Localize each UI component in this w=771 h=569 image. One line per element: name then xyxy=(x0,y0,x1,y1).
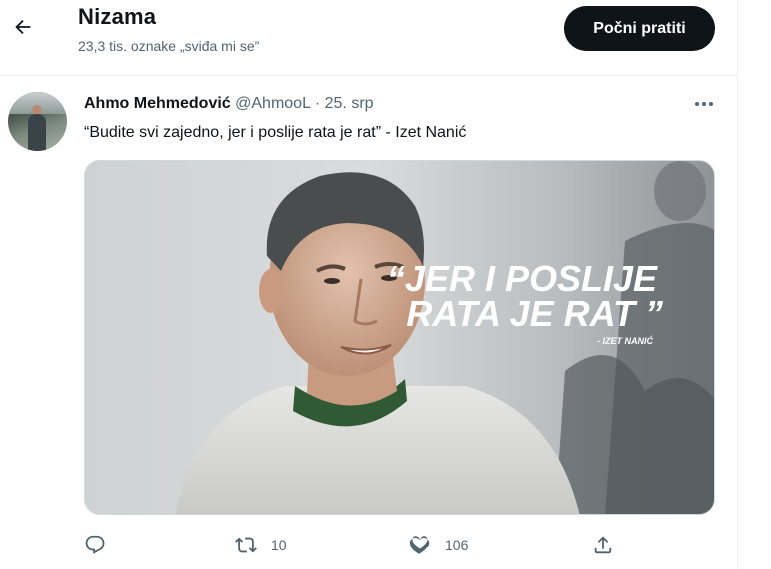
share-icon xyxy=(594,536,612,554)
author-handle[interactable]: @AhmooL xyxy=(235,95,310,112)
separator-dot: · xyxy=(314,95,321,112)
retweet-count: 10 xyxy=(271,537,287,553)
like-count: 106 xyxy=(445,537,469,553)
image-attribution: - IZET NANIĆ xyxy=(597,335,653,346)
tweet-date[interactable]: 25. srp xyxy=(325,95,374,112)
retweet-icon xyxy=(235,537,257,553)
profile-header: Nizama 23,3 tis. oznake „sviđa mi se” Po… xyxy=(0,0,737,76)
image-quote-line-2: RATA JE RAT ” xyxy=(406,293,663,334)
tweet-text: “Budite svi zajedno, jer i poslije rata … xyxy=(84,124,467,141)
back-button[interactable] xyxy=(6,10,40,44)
arrow-left-icon xyxy=(15,19,31,35)
more-horizontal-icon xyxy=(695,102,713,106)
tweet-actions: 10 106 xyxy=(84,530,715,560)
likes-count-subtitle: 23,3 tis. oznake „sviđa mi se” xyxy=(78,38,260,54)
tweet-header: Ahmo Mehmedović @AhmooL · 25. srp xyxy=(84,95,374,113)
retweet-button[interactable]: 10 xyxy=(235,530,287,560)
reply-icon xyxy=(85,535,105,554)
more-button[interactable] xyxy=(690,94,718,114)
follow-button[interactable]: Počni pratiti xyxy=(564,6,715,51)
tweet-image[interactable]: “JER I POSLIJE RATA JE RAT ” - IZET NANI… xyxy=(84,160,715,515)
page-title: Nizama xyxy=(78,4,157,29)
share-button[interactable] xyxy=(592,530,614,560)
like-button[interactable]: 106 xyxy=(409,530,468,560)
izet-nanic-photo: “JER I POSLIJE RATA JE RAT ” - IZET NANI… xyxy=(85,161,714,514)
column-divider xyxy=(737,0,738,569)
heart-icon xyxy=(409,536,430,554)
author-name[interactable]: Ahmo Mehmedović xyxy=(84,95,231,112)
reply-button[interactable] xyxy=(84,530,120,560)
avatar[interactable] xyxy=(8,92,67,151)
